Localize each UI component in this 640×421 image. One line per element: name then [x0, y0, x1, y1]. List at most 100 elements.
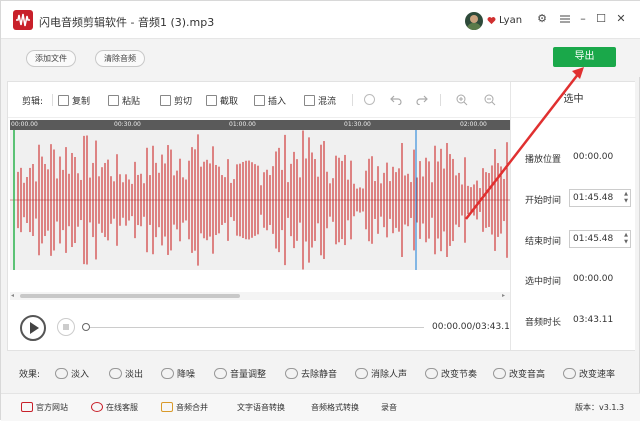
zoom-out-button[interactable] — [484, 94, 496, 109]
horizontal-scrollbar[interactable]: ◂ ▸ — [10, 292, 510, 300]
paste-icon — [108, 95, 119, 106]
online-service-link[interactable]: 在线客服 — [91, 402, 138, 413]
end-time-label: 结束时间 — [525, 237, 562, 247]
selection-panel: 选中 播放位置 00:00.00 开始时间 01:45.48 ▲ ▼ 结束时间 01… — [510, 82, 636, 350]
clear-audio-button[interactable]: 清除音频 — [95, 50, 145, 67]
insert-label: 插入 — [268, 97, 287, 107]
effect-label: 消除人声 — [371, 370, 408, 380]
maximize-button[interactable]: ☐ — [593, 11, 609, 27]
spinner-icon[interactable]: ▲ ▼ — [624, 232, 628, 246]
app-logo-icon — [13, 10, 33, 30]
paste-tool[interactable]: 粘贴 — [108, 94, 140, 107]
official-site-link[interactable]: 官方网站 — [21, 402, 68, 413]
effect-volume[interactable]: 音量调整 — [214, 367, 266, 380]
effect-tempo[interactable]: 改变节奏 — [425, 367, 477, 380]
support-icon — [91, 402, 103, 412]
spinner-icon[interactable]: ▲ ▼ — [624, 191, 628, 205]
bottom-bar: 官方网站 在线客服 音频合并 文字语音转换 音频格式转换 录音 版本：v3.1.… — [1, 393, 640, 421]
title-bar: 闪电音频剪辑软件 - 音频1 (3).mp3 Lyan ⚙ – ☐ ✕ — [1, 1, 640, 39]
cut-tool[interactable]: 剪切 — [160, 94, 192, 107]
insert-icon — [254, 95, 265, 106]
effect-label: 淡入 — [71, 370, 90, 380]
effect-label: 淡出 — [125, 370, 144, 380]
official-site-label: 官方网站 — [36, 403, 68, 412]
format-convert-link[interactable]: 音频格式转换 — [311, 402, 359, 413]
copy-icon — [58, 95, 69, 106]
effect-remove-silence[interactable]: 去除静音 — [285, 367, 337, 380]
menu-icon[interactable] — [557, 11, 573, 27]
playback-knob[interactable] — [82, 323, 90, 331]
version-label: 版本：v3.1.3 — [575, 403, 625, 412]
start-time-input[interactable]: 01:45.48 ▲ ▼ — [569, 189, 631, 207]
scroll-thumb[interactable] — [20, 294, 240, 298]
window-title: 闪电音频剪辑软件 - 音频1 (3).mp3 — [39, 16, 215, 29]
ruler-tick-label: 02:00.00 — [460, 121, 487, 128]
zoom-in-icon — [456, 94, 468, 106]
ruler-tick-label: 00:30.00 — [114, 121, 141, 128]
time-display: 00:00.00/03:43.11 — [432, 322, 516, 332]
scroll-left-icon[interactable]: ◂ — [11, 292, 14, 299]
add-file-button[interactable]: 添加文件 — [26, 50, 76, 67]
effect-remove-vocals[interactable]: 消除人声 — [355, 367, 407, 380]
rotate-icon — [364, 94, 375, 105]
audio-merge-link[interactable]: 音频合并 — [161, 402, 208, 413]
effect-pitch[interactable]: 改变音高 — [493, 367, 545, 380]
play-button[interactable] — [20, 315, 46, 341]
stop-button[interactable] — [57, 318, 75, 336]
close-button[interactable]: ✕ — [613, 11, 629, 27]
mix-icon — [304, 95, 315, 106]
insert-tool[interactable]: 插入 — [254, 94, 286, 107]
scroll-right-icon[interactable]: ▸ — [502, 292, 505, 299]
fade-out-icon — [109, 368, 122, 379]
duration-value: 03:43.11 — [573, 315, 614, 325]
cut-label: 剪切 — [174, 97, 193, 107]
waveform-graphic — [10, 130, 510, 270]
effect-label: 去除静音 — [301, 370, 338, 380]
end-time-input[interactable]: 01:45.48 ▲ ▼ — [569, 230, 631, 248]
ruler-tick-label: 01:30.00 — [344, 121, 371, 128]
undo-button[interactable] — [390, 94, 402, 108]
play-position-value: 00:00.00 — [573, 152, 614, 162]
effect-label: 改变节奏 — [441, 370, 478, 380]
effect-fade-out[interactable]: 淡出 — [109, 367, 143, 380]
trim-tool[interactable]: 截取 — [206, 94, 238, 107]
denoise-icon — [161, 368, 174, 379]
username-label[interactable]: Lyan — [499, 15, 522, 26]
effect-denoise[interactable]: 降噪 — [161, 367, 195, 380]
minimize-button[interactable]: – — [575, 11, 591, 27]
merge-icon — [161, 402, 173, 412]
effect-label: 音量调整 — [230, 370, 267, 380]
effect-fade-in[interactable]: 淡入 — [55, 367, 89, 380]
export-button[interactable]: 导出 — [553, 47, 616, 67]
trim-label: 截取 — [220, 97, 239, 107]
play-position-label: 播放位置 — [525, 155, 562, 165]
playback-track[interactable] — [84, 327, 424, 328]
record-link[interactable]: 录音 — [381, 402, 397, 413]
fade-in-icon — [55, 368, 68, 379]
effect-label: 改变音高 — [509, 370, 546, 380]
divider — [52, 94, 53, 106]
copy-label: 复制 — [72, 97, 91, 107]
mix-tool[interactable]: 混流 — [304, 94, 336, 107]
effect-speed[interactable]: 改变速率 — [563, 367, 615, 380]
copy-tool[interactable]: 复制 — [58, 94, 90, 107]
file-toolbar: 添加文件 清除音频 — [1, 39, 640, 77]
crop-icon — [206, 95, 217, 106]
mute-icon — [285, 368, 298, 379]
speed-icon — [563, 368, 576, 379]
settings-icon[interactable]: ⚙ — [534, 11, 550, 27]
redo-icon — [416, 95, 428, 106]
rotate-button[interactable] — [364, 94, 378, 106]
tts-link[interactable]: 文字语音转换 — [237, 402, 285, 413]
undo-icon — [390, 95, 402, 106]
divider — [440, 94, 441, 106]
app-window: 闪电音频剪辑软件 - 音频1 (3).mp3 Lyan ⚙ – ☐ ✕ 添加文件… — [0, 0, 640, 421]
edit-label: 剪辑: — [22, 97, 44, 107]
start-time-value: 01:45.48 — [573, 193, 614, 203]
user-avatar[interactable] — [465, 12, 483, 30]
effect-label: 降噪 — [177, 370, 196, 380]
zoom-in-button[interactable] — [456, 94, 468, 109]
waveform-canvas[interactable] — [10, 130, 510, 270]
mix-label: 混流 — [318, 97, 337, 107]
redo-button[interactable] — [416, 94, 428, 108]
